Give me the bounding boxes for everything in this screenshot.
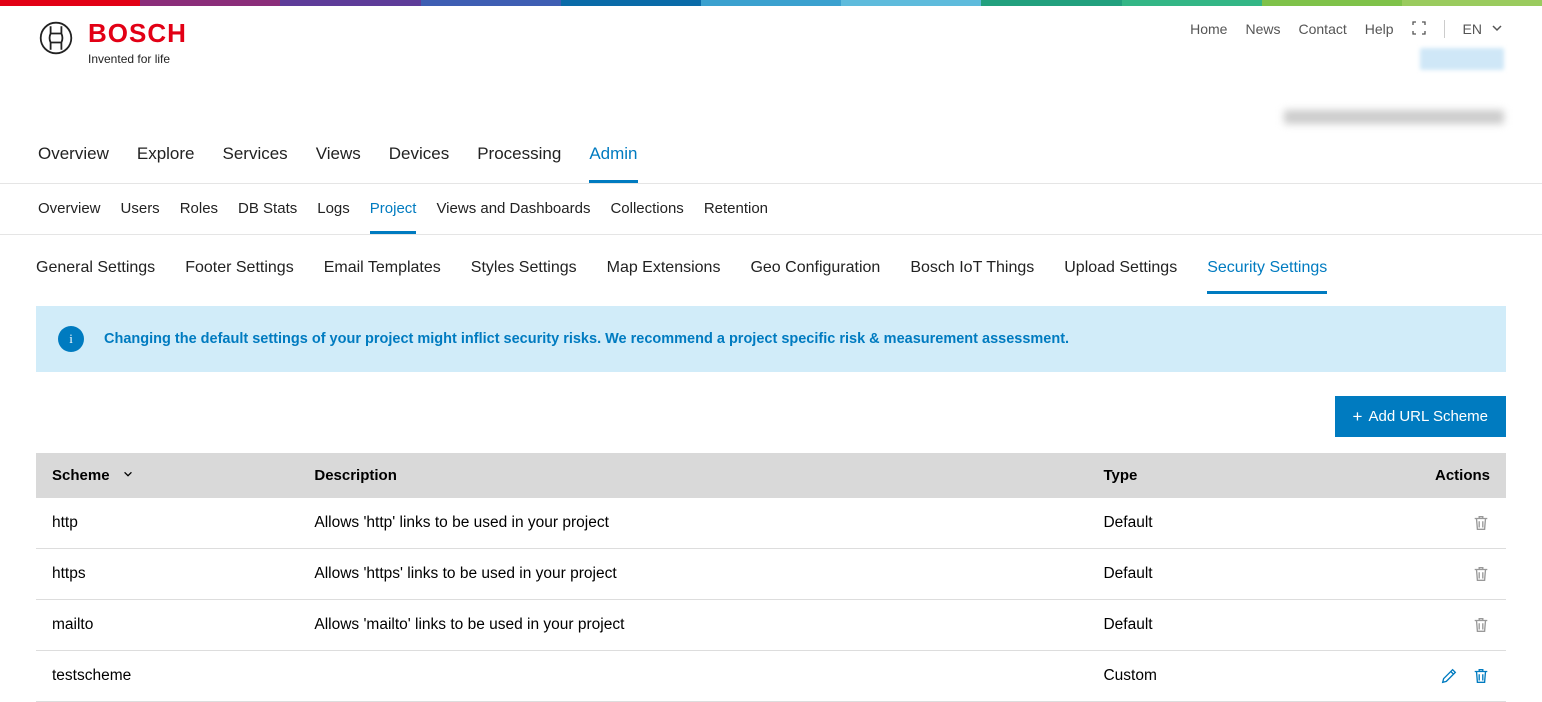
brand-stripe xyxy=(0,0,1542,6)
settings-tab-geo-configuration[interactable]: Geo Configuration xyxy=(750,259,880,294)
settings-tab-footer-settings[interactable]: Footer Settings xyxy=(185,259,294,294)
trash-icon[interactable] xyxy=(1472,667,1490,685)
main-nav-item-services[interactable]: Services xyxy=(223,144,288,183)
info-icon: i xyxy=(58,326,84,352)
fullscreen-icon[interactable] xyxy=(1412,21,1426,38)
sort-down-icon xyxy=(122,469,134,483)
settings-tab-upload-settings[interactable]: Upload Settings xyxy=(1064,259,1177,294)
cell-type: Default xyxy=(1087,549,1284,600)
sub-nav-item-collections[interactable]: Collections xyxy=(610,200,683,234)
main-nav-item-explore[interactable]: Explore xyxy=(137,144,195,183)
cell-type: Custom xyxy=(1087,651,1284,702)
trash-icon xyxy=(1472,565,1490,583)
cell-description: Allows 'https' links to be used in your … xyxy=(298,549,1087,600)
header-utility-links: Home News Contact Help EN xyxy=(1190,20,1504,38)
table-row: mailtoAllows 'mailto' links to be used i… xyxy=(36,600,1506,651)
security-warning-banner: i Changing the default settings of your … xyxy=(36,306,1506,372)
settings-tab-general-settings[interactable]: General Settings xyxy=(36,259,155,294)
link-help[interactable]: Help xyxy=(1365,21,1394,37)
settings-tab-map-extensions[interactable]: Map Extensions xyxy=(607,259,721,294)
link-contact[interactable]: Contact xyxy=(1299,21,1347,37)
link-home[interactable]: Home xyxy=(1190,21,1227,37)
main-nav-item-overview[interactable]: Overview xyxy=(38,144,109,183)
table-body: httpAllows 'http' links to be used in yo… xyxy=(36,498,1506,702)
redacted-badge xyxy=(1420,48,1504,70)
cell-actions xyxy=(1284,651,1506,702)
sub-nav-item-retention[interactable]: Retention xyxy=(704,200,768,234)
language-selector[interactable]: EN xyxy=(1463,21,1504,38)
main-nav-item-devices[interactable]: Devices xyxy=(389,144,449,183)
sub-nav-item-users[interactable]: Users xyxy=(121,200,160,234)
col-description[interactable]: Description xyxy=(298,453,1087,498)
sub-nav-item-project[interactable]: Project xyxy=(370,200,417,234)
settings-tab-styles-settings[interactable]: Styles Settings xyxy=(471,259,577,294)
trash-icon xyxy=(1472,514,1490,532)
sub-nav-item-roles[interactable]: Roles xyxy=(180,200,218,234)
logo[interactable]: BOSCH Invented for life xyxy=(38,20,187,66)
cell-type: Default xyxy=(1087,498,1284,549)
settings-tab-bosch-iot-things[interactable]: Bosch IoT Things xyxy=(910,259,1034,294)
table-row: testscheme Custom xyxy=(36,651,1506,702)
main-nav-item-admin[interactable]: Admin xyxy=(589,144,637,183)
divider xyxy=(1444,20,1445,38)
settings-tab-security-settings[interactable]: Security Settings xyxy=(1207,259,1327,294)
col-actions: Actions xyxy=(1284,453,1506,498)
add-button-label: Add URL Scheme xyxy=(1368,408,1488,425)
col-type[interactable]: Type xyxy=(1087,453,1284,498)
cell-actions xyxy=(1284,600,1506,651)
sub-nav-item-views-and-dashboards[interactable]: Views and Dashboards xyxy=(436,200,590,234)
admin-sub-nav: Overview Users Roles DB Stats Logs Project Vie… xyxy=(0,184,1542,235)
bosch-symbol-icon xyxy=(38,20,74,59)
col-scheme[interactable]: Scheme xyxy=(36,453,298,498)
table-row: httpsAllows 'https' links to be used in … xyxy=(36,549,1506,600)
sub-nav-item-logs[interactable]: Logs xyxy=(317,200,350,234)
plus-icon: + xyxy=(1353,408,1363,425)
link-news[interactable]: News xyxy=(1245,21,1280,37)
cell-actions xyxy=(1284,549,1506,600)
url-schemes-table: Scheme Description Type Actions httpAllo… xyxy=(36,453,1506,702)
brand-name: BOSCH xyxy=(88,20,187,46)
cell-scheme: testscheme xyxy=(36,651,298,702)
table-row: httpAllows 'http' links to be used in yo… xyxy=(36,498,1506,549)
edit-icon[interactable] xyxy=(1440,667,1458,685)
chevron-down-icon xyxy=(1490,21,1504,38)
cell-scheme: mailto xyxy=(36,600,298,651)
cell-actions xyxy=(1284,498,1506,549)
cell-type: Default xyxy=(1087,600,1284,651)
redacted-user-info xyxy=(1284,110,1504,124)
sub-nav-item-overview[interactable]: Overview xyxy=(38,200,101,234)
cell-description: Allows 'http' links to be used in your p… xyxy=(298,498,1087,549)
brand-tagline: Invented for life xyxy=(88,52,187,66)
main-nav-item-views[interactable]: Views xyxy=(316,144,361,183)
language-label: EN xyxy=(1463,21,1482,37)
cell-description: Allows 'mailto' links to be used in your… xyxy=(298,600,1087,651)
cell-scheme: http xyxy=(36,498,298,549)
settings-tab-email-templates[interactable]: Email Templates xyxy=(324,259,441,294)
banner-text: Changing the default settings of your pr… xyxy=(104,331,1069,347)
project-settings-tabs: General Settings Footer Settings Email Tem… xyxy=(36,259,1506,294)
cell-scheme: https xyxy=(36,549,298,600)
main-nav-item-processing[interactable]: Processing xyxy=(477,144,561,183)
sub-nav-item-db-stats[interactable]: DB Stats xyxy=(238,200,297,234)
header: BOSCH Invented for life Home News Contac… xyxy=(0,6,1542,124)
trash-icon xyxy=(1472,616,1490,634)
main-nav: Overview Explore Services Views Devices Proce… xyxy=(0,124,1542,184)
cell-description xyxy=(298,651,1087,702)
add-url-scheme-button[interactable]: + Add URL Scheme xyxy=(1335,396,1506,437)
